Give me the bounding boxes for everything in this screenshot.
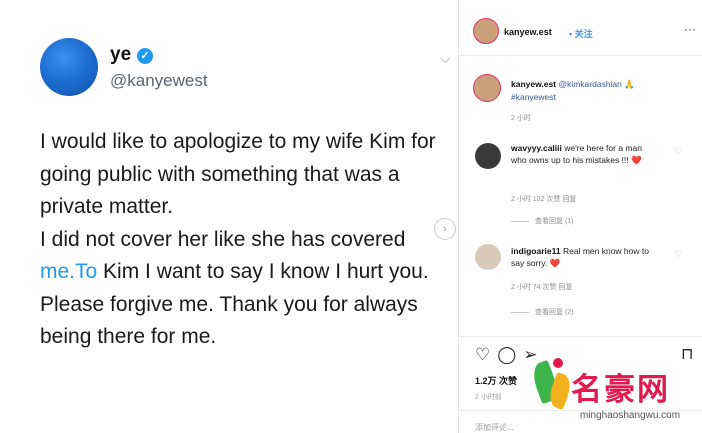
caption-avatar[interactable] xyxy=(473,74,501,102)
logo-dot-icon xyxy=(553,358,563,368)
next-arrow-icon[interactable]: › xyxy=(434,218,456,240)
view-replies[interactable]: 查看回复 (1) xyxy=(511,216,574,226)
comment-meta[interactable]: 2 小时 102 次赞 回复 xyxy=(511,194,576,204)
heart-emoji: ❤️ xyxy=(631,155,642,165)
caption-hashtag[interactable]: #kanyewest xyxy=(511,92,556,102)
comment-avatar[interactable] xyxy=(475,143,501,169)
comment-avatar[interactable] xyxy=(475,244,501,270)
tweet-paragraph-1: I would like to apologize to my wife Kim… xyxy=(40,130,436,218)
verified-badge-icon: ✓ xyxy=(137,48,153,64)
comment-1: wavyyy.caliii we're here for a man who o… xyxy=(511,142,651,166)
tweet-author-name[interactable]: ye xyxy=(110,44,131,66)
header-divider xyxy=(459,55,702,56)
caption-username[interactable]: kanyew.est xyxy=(511,79,556,89)
tweet-panel: ye ✓ @kanyewest ⌵ I would like to apolog… xyxy=(0,0,458,433)
tweet-paragraph-2: I did not cover her like she has covered… xyxy=(40,224,450,354)
comment-2: indigoarie11 Real men know how to say so… xyxy=(511,245,651,269)
follow-button[interactable]: • 关注 xyxy=(569,27,593,40)
caption-time: 2 小时 xyxy=(511,115,531,122)
tweet-text: I would like to apologize to my wife Kim… xyxy=(40,126,450,354)
comment-username[interactable]: wavyyy.caliii xyxy=(511,143,562,153)
add-comment-input[interactable]: 添加评论... xyxy=(475,422,514,433)
header-username[interactable]: kanyew.est xyxy=(504,27,552,37)
like-comment-icon[interactable]: ♡ xyxy=(674,249,682,260)
view-replies[interactable]: 查看回复 (2) xyxy=(511,307,574,317)
likes-count[interactable]: 1.2万 次赞 xyxy=(475,374,517,387)
watermark-title: 名豪网 xyxy=(571,372,670,407)
tweet-author-handle[interactable]: @kanyewest xyxy=(110,71,208,91)
tweet-link[interactable]: me.To xyxy=(40,260,97,283)
comment-icon[interactable]: ◯ xyxy=(497,345,516,364)
caption-mention[interactable]: @kimkardashian xyxy=(558,79,621,89)
heart-emoji: ❤️ xyxy=(549,258,561,268)
header-avatar[interactable] xyxy=(473,18,499,44)
more-options-icon[interactable]: ··· xyxy=(684,22,696,36)
tweet-text-pre: I did not cover her like she has covered xyxy=(40,227,406,251)
chevron-down-icon[interactable]: ⌵ xyxy=(440,50,451,67)
watermark-url: minghaoshangwu.com xyxy=(580,410,681,421)
heart-icon[interactable]: ♡ xyxy=(475,345,490,364)
caption: kanyew.est @kimkardashian 🙏 #kanyewest xyxy=(511,78,686,104)
comment-username[interactable]: indigoarie11 xyxy=(511,246,561,256)
like-comment-icon[interactable]: ♡ xyxy=(674,146,682,157)
post-time: 2 小时前 xyxy=(475,394,502,401)
comment-meta[interactable]: 2 小时 74 次赞 回复 xyxy=(511,282,572,292)
praying-hands-icon: 🙏 xyxy=(624,79,635,89)
tweet-text-post: Kim I want to say I know I hurt you. Ple… xyxy=(40,260,429,348)
actions-divider xyxy=(459,336,702,337)
watermark-logo: 名豪网 minghaoshangwu.com xyxy=(528,352,695,430)
ye-avatar[interactable] xyxy=(40,38,98,96)
